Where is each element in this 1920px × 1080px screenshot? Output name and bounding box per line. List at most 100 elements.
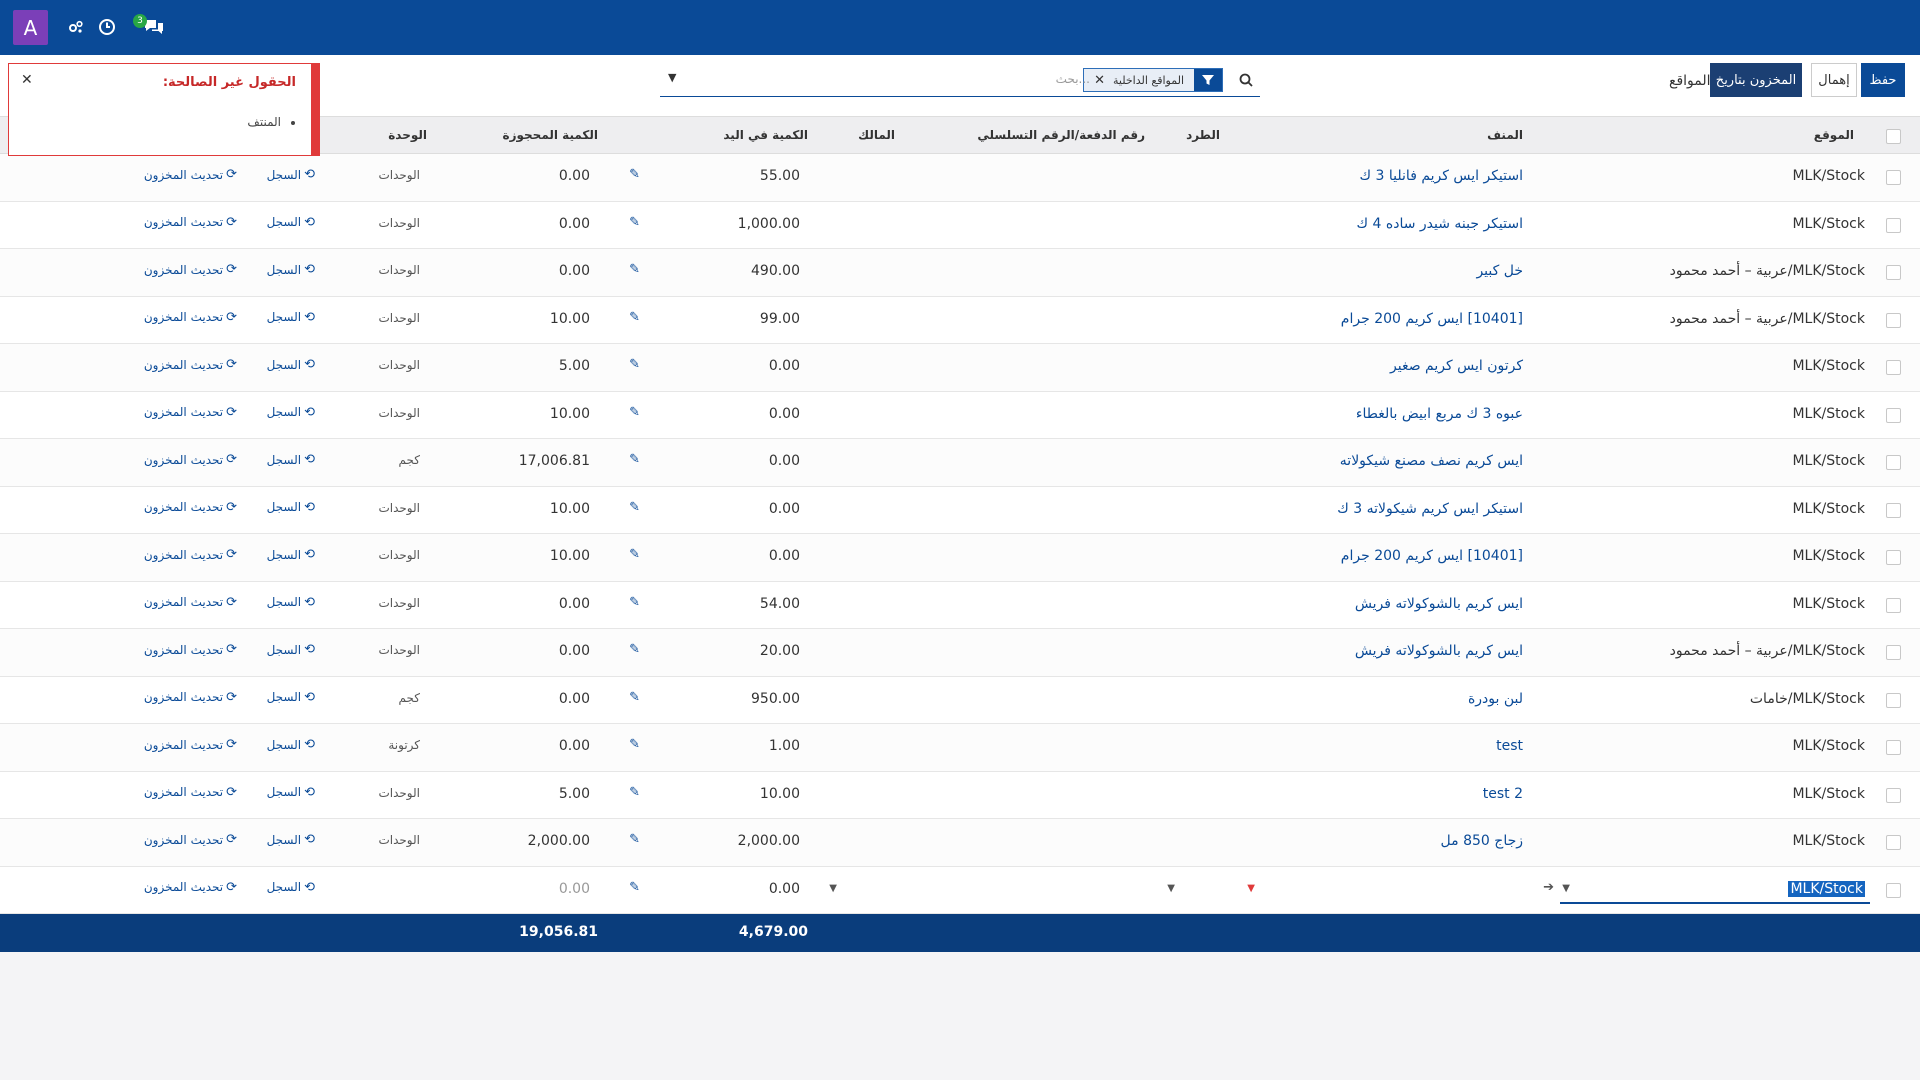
history-button[interactable]: ⟲ السجل <box>267 690 315 705</box>
table-row[interactable]: MLK/Stock/عربية – أحمد محمود [10401] ايس … <box>0 296 1920 344</box>
search-facet[interactable]: ✕ المواقع الداخلية <box>1083 68 1223 92</box>
table-row[interactable]: MLK/Stock كرتون ايس كريم صغير 0.00 ✎ 5.00 الو… <box>0 344 1920 392</box>
row-checkbox[interactable] <box>1886 360 1901 375</box>
product-link[interactable]: استيكر ايس كريم فانليا 3 ك <box>1360 168 1523 184</box>
row-checkbox[interactable] <box>1886 597 1901 613</box>
product-link[interactable]: [10401] ايس كريم 200 جرام <box>1341 548 1523 564</box>
user-avatar[interactable]: A <box>13 10 48 45</box>
row-checkbox[interactable] <box>1886 502 1901 518</box>
table-row[interactable]: MLK/Stock/عربية – أحمد محمود خل كبير 490.0… <box>0 249 1920 297</box>
row-checkbox[interactable] <box>1886 265 1901 280</box>
history-button[interactable]: ⟲ السجل <box>267 737 315 752</box>
clock-icon[interactable] <box>94 14 120 40</box>
close-icon[interactable]: ✕ <box>21 72 33 88</box>
update-stock-button[interactable]: ⟳ تحديث المخزون <box>144 452 237 467</box>
discard-button[interactable]: إهمال <box>1811 63 1857 97</box>
table-row[interactable]: MLK/Stock test 1.00 ✎ 0.00 كرتونة ⟲ السجل ⟳ تحديث… <box>0 724 1920 772</box>
table-row[interactable]: MLK/Stock عبوه 3 ك مربع ابيض بالغطاء 0.00 ✎… <box>0 391 1920 439</box>
col-location[interactable]: الموقع <box>1814 128 1854 142</box>
pencil-icon[interactable]: ✎ <box>629 215 640 230</box>
locations-label[interactable]: المواقع <box>1669 73 1711 89</box>
product-link[interactable]: استيكر ايس كريم شيكولاته 3 ك <box>1337 501 1523 517</box>
row-checkbox[interactable] <box>1886 740 1901 755</box>
update-stock-button[interactable]: ⟳ تحديث المخزون <box>144 595 237 610</box>
table-row[interactable]: MLK/Stock [10401] ايس كريم 200 جرام 0.00 ✎ 1… <box>0 534 1920 582</box>
product-link[interactable]: خل كبير <box>1476 263 1523 279</box>
pencil-icon[interactable]: ✎ <box>629 737 640 752</box>
search-options-caret-icon[interactable]: ▼ <box>668 71 676 84</box>
update-stock-button[interactable]: ⟳ تحديث المخزون <box>144 357 237 372</box>
table-row[interactable]: MLK/Stock/خامات لبن بودرة 950.00 ✎ 0.00 كجم ⟲ ا… <box>0 676 1920 724</box>
col-on-hand[interactable]: الكمية في اليد <box>723 128 808 142</box>
update-stock-button[interactable]: ⟳ تحديث المخزون <box>144 832 237 847</box>
history-button[interactable]: ⟲ السجل <box>267 500 315 515</box>
owner-dropdown-caret-icon[interactable]: ▼ <box>829 883 837 894</box>
table-row[interactable]: MLK/Stock زجاج 850 مل 2,000.00 ✎ 2,000.00 الو… <box>0 819 1920 867</box>
history-button[interactable]: ⟲ السجل <box>267 405 315 420</box>
col-reserved[interactable]: الكمية المحجوزة <box>503 128 598 142</box>
pencil-icon[interactable]: ✎ <box>629 405 640 420</box>
pencil-icon[interactable]: ✎ <box>629 642 640 657</box>
row-checkbox[interactable] <box>1886 787 1901 803</box>
pencil-icon[interactable]: ✎ <box>629 547 640 562</box>
history-button[interactable]: ⟲ السجل <box>267 642 315 657</box>
product-link[interactable]: ايس كريم نصف مصنع شيكولاته <box>1340 453 1523 469</box>
pencil-icon[interactable]: ✎ <box>629 452 640 467</box>
update-stock-button[interactable]: ⟳ تحديث المخزون <box>144 405 237 420</box>
update-stock-button[interactable]: ⟳ تحديث المخزون <box>144 642 237 657</box>
update-stock-button[interactable]: ⟳ تحديث المخزون <box>144 310 237 325</box>
table-row[interactable]: MLK/Stock/عربية – أحمد محمود ايس كريم بال… <box>0 629 1920 677</box>
package-dropdown-caret-icon[interactable]: ▼ <box>1167 883 1175 894</box>
update-stock-button[interactable]: ⟳ تحديث المخزون <box>144 690 237 705</box>
update-stock-button[interactable]: ⟳ تحديث المخزون <box>144 167 237 182</box>
search-icon[interactable] <box>1232 67 1260 93</box>
pencil-icon[interactable]: ✎ <box>629 690 640 705</box>
update-stock-button[interactable]: ⟳ تحديث المخزون <box>144 215 237 230</box>
table-row[interactable]: MLK/Stock test 2 10.00 ✎ 5.00 الوحدات ⟲ السجل ⟳ ت… <box>0 771 1920 819</box>
col-unit[interactable]: الوحدة <box>388 128 427 142</box>
col-product[interactable]: المنف <box>1487 128 1523 142</box>
product-link[interactable]: لبن بودرة <box>1468 691 1523 707</box>
history-button[interactable]: ⟲ السجل <box>267 832 315 847</box>
product-link[interactable]: [10401] ايس كريم 200 جرام <box>1341 311 1523 327</box>
row-checkbox[interactable] <box>1886 645 1901 660</box>
row-checkbox[interactable] <box>1886 407 1901 423</box>
table-row[interactable]: MLK/Stock ايس كريم بالشوكولاته فريش 54.00 ✎… <box>0 581 1920 629</box>
select-all-checkbox[interactable] <box>1886 129 1901 144</box>
pencil-icon[interactable]: ✎ <box>629 832 640 847</box>
editing-row[interactable]: MLK/Stock ▼ ➔ ▼ ▼ ▼ 0.00 ✎ 0.00 ⟲ السجل ⟳… <box>0 866 1920 914</box>
history-button[interactable]: ⟲ السجل <box>267 595 315 610</box>
pencil-icon[interactable]: ✎ <box>629 785 640 800</box>
table-row[interactable]: MLK/Stock استيكر ايس كريم فانليا 3 ك 55.00… <box>0 154 1920 202</box>
pencil-icon[interactable]: ✎ <box>629 880 640 895</box>
remove-facet-icon[interactable]: ✕ <box>1094 73 1105 88</box>
product-dropdown-caret-icon[interactable]: ▼ <box>1247 883 1255 894</box>
update-stock-button[interactable]: ⟳ تحديث المخزون <box>144 880 237 895</box>
row-checkbox[interactable] <box>1886 882 1901 898</box>
row-checkbox[interactable] <box>1886 217 1901 233</box>
table-row[interactable]: MLK/Stock استيكر ايس كريم شيكولاته 3 ك 0.0… <box>0 486 1920 534</box>
history-button[interactable]: ⟲ السجل <box>267 880 315 895</box>
product-link[interactable]: test <box>1496 738 1523 754</box>
row-checkbox[interactable] <box>1886 455 1901 470</box>
pencil-icon[interactable]: ✎ <box>629 167 640 182</box>
search-input[interactable]: بحث... <box>1056 72 1090 86</box>
location-external-link-icon[interactable]: ➔ <box>1543 880 1554 895</box>
history-button[interactable]: ⟲ السجل <box>267 262 315 277</box>
col-owner[interactable]: المالك <box>858 128 895 142</box>
product-link[interactable]: عبوه 3 ك مربع ابيض بالغطاء <box>1356 406 1523 422</box>
product-link[interactable]: زجاج 850 مل <box>1441 833 1523 849</box>
location-dropdown-caret-icon[interactable]: ▼ <box>1562 883 1570 894</box>
update-stock-button[interactable]: ⟳ تحديث المخزون <box>144 785 237 800</box>
product-link[interactable]: كرتون ايس كريم صغير <box>1390 358 1523 374</box>
update-stock-button[interactable]: ⟳ تحديث المخزون <box>144 547 237 562</box>
history-button[interactable]: ⟲ السجل <box>267 215 315 230</box>
location-input[interactable]: MLK/Stock <box>1788 880 1865 897</box>
product-link[interactable]: استيكر جبنه شيدر ساده 4 ك <box>1357 216 1524 232</box>
col-lot[interactable]: رقم الدفعة/الرقم التسلسلي <box>977 128 1145 142</box>
save-button[interactable]: حفظ <box>1861 63 1905 97</box>
update-stock-button[interactable]: ⟳ تحديث المخزون <box>144 737 237 752</box>
pencil-icon[interactable]: ✎ <box>629 262 640 277</box>
row-checkbox[interactable] <box>1886 170 1901 185</box>
row-checkbox[interactable] <box>1886 550 1901 565</box>
